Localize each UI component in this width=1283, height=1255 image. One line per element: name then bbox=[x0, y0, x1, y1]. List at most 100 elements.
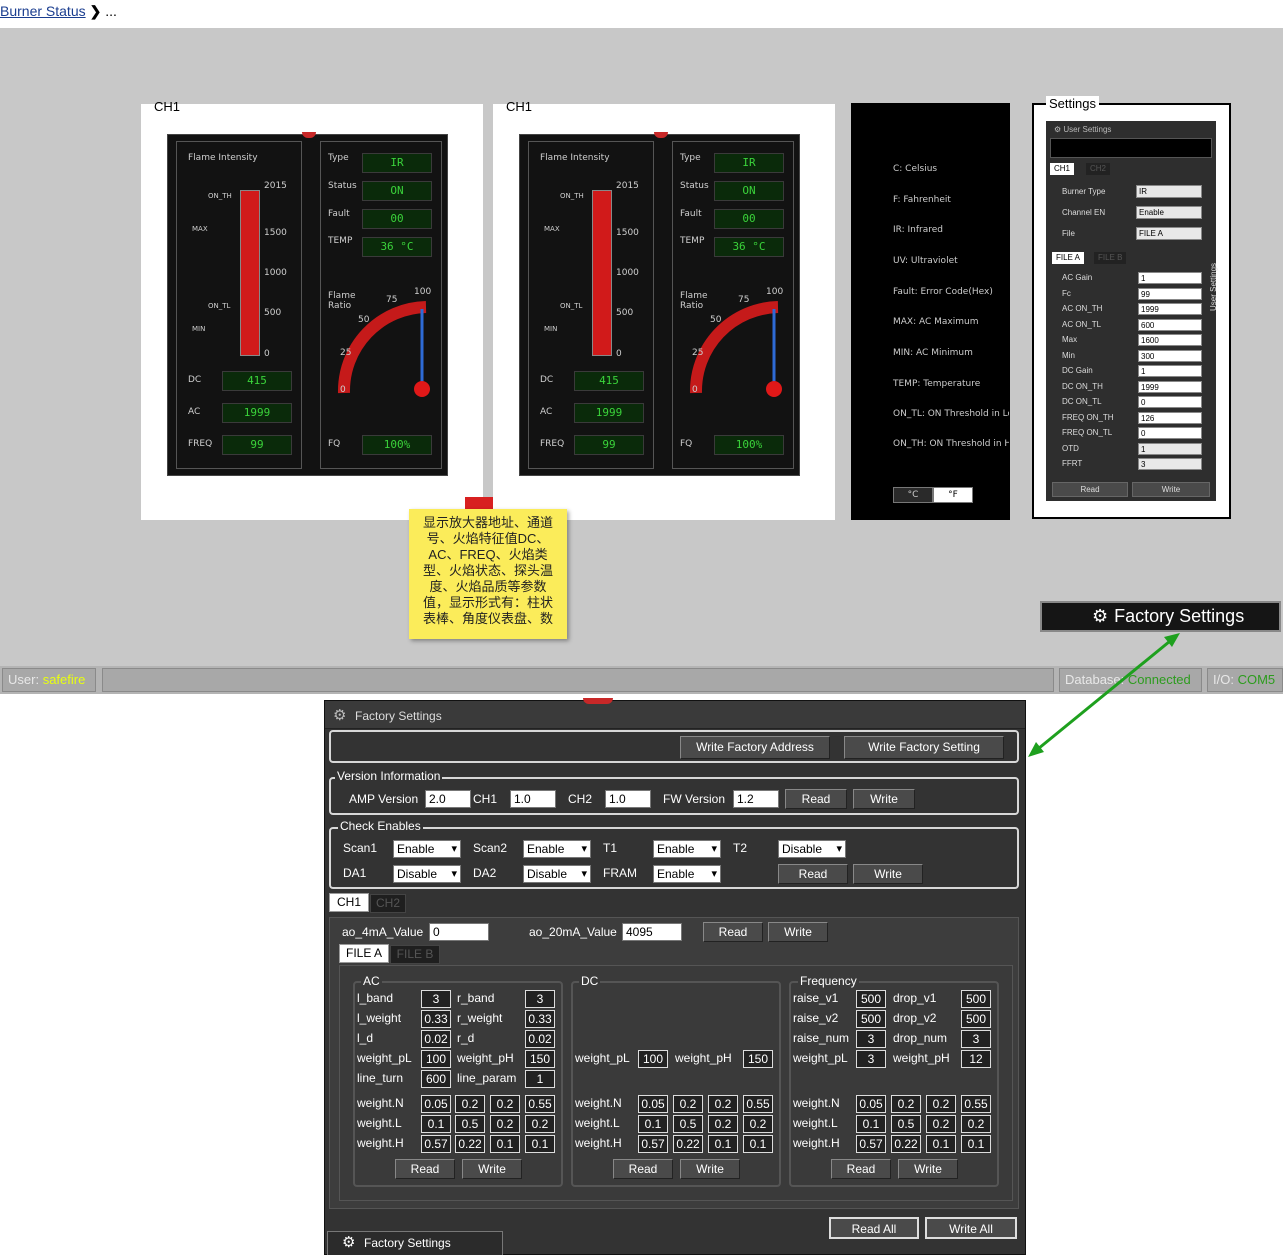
bottom-factory-tab[interactable]: ⚙ Factory Settings bbox=[327, 1231, 503, 1255]
tab-file-b[interactable]: FILE B bbox=[390, 945, 440, 964]
dc-weight-input[interactable]: 0.05 bbox=[638, 1095, 668, 1113]
da1-select[interactable]: Disable bbox=[393, 865, 461, 883]
ac-param-input[interactable]: 3 bbox=[421, 990, 451, 1008]
dc-weight-input[interactable]: 0.2 bbox=[708, 1095, 738, 1113]
ch1-version-input[interactable]: 1.0 bbox=[510, 790, 556, 808]
setting-input[interactable]: 0 bbox=[1138, 427, 1202, 439]
freq-weight-input[interactable]: 0.2 bbox=[926, 1095, 956, 1113]
tab-ch1[interactable]: CH1 bbox=[329, 893, 369, 912]
dc-weight-input[interactable]: 0.57 bbox=[638, 1135, 668, 1153]
freq-weight-input[interactable]: 0.5 bbox=[891, 1115, 921, 1133]
ao-20ma-input[interactable]: 4095 bbox=[622, 923, 682, 941]
dc-weight-input[interactable]: 0.2 bbox=[743, 1115, 773, 1133]
dc-write-button[interactable]: Write bbox=[680, 1159, 740, 1179]
freq-param-input[interactable]: 3 bbox=[856, 1030, 886, 1048]
amp-version-input[interactable]: 2.0 bbox=[425, 790, 471, 808]
freq-weight-input[interactable]: 0.55 bbox=[961, 1095, 991, 1113]
ac-weight-input[interactable]: 0.5 bbox=[455, 1115, 485, 1133]
freq-param-input[interactable]: 500 bbox=[856, 990, 886, 1008]
ac-param-input[interactable]: 1 bbox=[525, 1070, 555, 1088]
freq-weight-input[interactable]: 0.2 bbox=[961, 1115, 991, 1133]
freq-weight-input[interactable]: 0.22 bbox=[891, 1135, 921, 1153]
dc-weight-input[interactable]: 0.5 bbox=[673, 1115, 703, 1133]
mini-tab-file-a[interactable]: FILE A bbox=[1052, 252, 1085, 264]
freq-param-input[interactable]: 500 bbox=[856, 1010, 886, 1028]
setting-input[interactable]: 1999 bbox=[1138, 303, 1202, 315]
dc-weight-input[interactable]: 0.1 bbox=[708, 1135, 738, 1153]
fahrenheit-toggle[interactable]: °F bbox=[933, 487, 973, 503]
setting-input[interactable]: 0 bbox=[1138, 396, 1202, 408]
burner-type-select[interactable]: IR bbox=[1136, 185, 1202, 198]
file-select[interactable]: FILE A bbox=[1136, 227, 1202, 240]
tab-ch2[interactable]: CH2 bbox=[370, 894, 406, 913]
ac-weight-input[interactable]: 0.1 bbox=[490, 1135, 520, 1153]
setting-input[interactable]: 126 bbox=[1138, 412, 1202, 424]
ac-param-input[interactable]: 3 bbox=[525, 990, 555, 1008]
fw-version-input[interactable]: 1.2 bbox=[733, 790, 779, 808]
dc-weight-input[interactable]: 0.2 bbox=[673, 1095, 703, 1113]
ac-param-input[interactable]: 0.02 bbox=[421, 1030, 451, 1048]
celsius-toggle[interactable]: °C bbox=[893, 487, 933, 503]
freq-weight-input[interactable]: 0.1 bbox=[961, 1135, 991, 1153]
t2-select[interactable]: Disable bbox=[778, 840, 846, 858]
dc-weight-input[interactable]: 0.1 bbox=[743, 1135, 773, 1153]
ac-weight-input[interactable]: 0.2 bbox=[525, 1115, 555, 1133]
t1-select[interactable]: Enable bbox=[653, 840, 721, 858]
freq-weight-input[interactable]: 0.1 bbox=[856, 1115, 886, 1133]
ac-weight-input[interactable]: 0.22 bbox=[455, 1135, 485, 1153]
freq-weight-input[interactable]: 0.2 bbox=[926, 1115, 956, 1133]
version-read-button[interactable]: Read bbox=[785, 789, 847, 809]
freq-weight-input[interactable]: 0.57 bbox=[856, 1135, 886, 1153]
freq-param-input[interactable]: 3 bbox=[856, 1050, 886, 1068]
freq-param-input[interactable]: 500 bbox=[961, 1010, 991, 1028]
write-factory-setting-button[interactable]: Write Factory Setting bbox=[844, 736, 1004, 759]
mini-tab-ch1[interactable]: CH1 bbox=[1050, 163, 1075, 175]
scan1-select[interactable]: Enable bbox=[393, 840, 461, 858]
ac-weight-input[interactable]: 0.57 bbox=[421, 1135, 451, 1153]
write-all-button[interactable]: Write All bbox=[925, 1217, 1017, 1239]
ac-weight-input[interactable]: 0.55 bbox=[525, 1095, 555, 1113]
setting-input[interactable]: 300 bbox=[1138, 350, 1202, 362]
setting-input[interactable]: 1 bbox=[1138, 272, 1202, 284]
dc-param-input[interactable]: 150 bbox=[743, 1050, 773, 1068]
setting-select[interactable]: 3 bbox=[1138, 458, 1202, 470]
scan2-select[interactable]: Enable bbox=[523, 840, 591, 858]
mini-read-button[interactable]: Read bbox=[1052, 482, 1128, 497]
mini-tab-ch2[interactable]: CH2 bbox=[1086, 163, 1111, 175]
freq-param-input[interactable]: 3 bbox=[961, 1030, 991, 1048]
tab-file-a[interactable]: FILE A bbox=[339, 944, 389, 963]
breadcrumb-link-burner-status[interactable]: Burner Status bbox=[0, 3, 86, 19]
ac-weight-input[interactable]: 0.2 bbox=[455, 1095, 485, 1113]
checks-read-button[interactable]: Read bbox=[778, 864, 848, 884]
ac-weight-input[interactable]: 0.2 bbox=[490, 1115, 520, 1133]
freq-weight-input[interactable]: 0.1 bbox=[926, 1135, 956, 1153]
channel-en-select[interactable]: Enable bbox=[1136, 206, 1202, 219]
setting-input[interactable]: 99 bbox=[1138, 288, 1202, 300]
freq-weight-input[interactable]: 0.2 bbox=[891, 1095, 921, 1113]
dc-param-input[interactable]: 100 bbox=[638, 1050, 668, 1068]
setting-input[interactable]: 1 bbox=[1138, 365, 1202, 377]
setting-input[interactable]: 600 bbox=[1138, 319, 1202, 331]
setting-input[interactable]: 1999 bbox=[1138, 381, 1202, 393]
setting-input[interactable]: 1600 bbox=[1138, 334, 1202, 346]
ac-weight-input[interactable]: 0.05 bbox=[421, 1095, 451, 1113]
read-all-button[interactable]: Read All bbox=[829, 1217, 919, 1239]
freq-param-input[interactable]: 12 bbox=[961, 1050, 991, 1068]
ac-param-input[interactable]: 0.02 bbox=[525, 1030, 555, 1048]
ac-param-input[interactable]: 0.33 bbox=[421, 1010, 451, 1028]
dc-weight-input[interactable]: 0.55 bbox=[743, 1095, 773, 1113]
ao-read-button[interactable]: Read bbox=[703, 922, 763, 942]
ac-weight-input[interactable]: 0.1 bbox=[525, 1135, 555, 1153]
ch2-version-input[interactable]: 1.0 bbox=[605, 790, 651, 808]
dc-weight-input[interactable]: 0.22 bbox=[673, 1135, 703, 1153]
ac-weight-input[interactable]: 0.1 bbox=[421, 1115, 451, 1133]
setting-select[interactable]: 1 bbox=[1138, 443, 1202, 455]
dc-weight-input[interactable]: 0.1 bbox=[638, 1115, 668, 1133]
ac-read-button[interactable]: Read bbox=[395, 1159, 455, 1179]
ac-param-input[interactable]: 0.33 bbox=[525, 1010, 555, 1028]
write-factory-address-button[interactable]: Write Factory Address bbox=[680, 736, 830, 759]
dc-weight-input[interactable]: 0.2 bbox=[708, 1115, 738, 1133]
ac-param-input[interactable]: 150 bbox=[525, 1050, 555, 1068]
freq-param-input[interactable]: 500 bbox=[961, 990, 991, 1008]
ac-param-input[interactable]: 600 bbox=[421, 1070, 451, 1088]
